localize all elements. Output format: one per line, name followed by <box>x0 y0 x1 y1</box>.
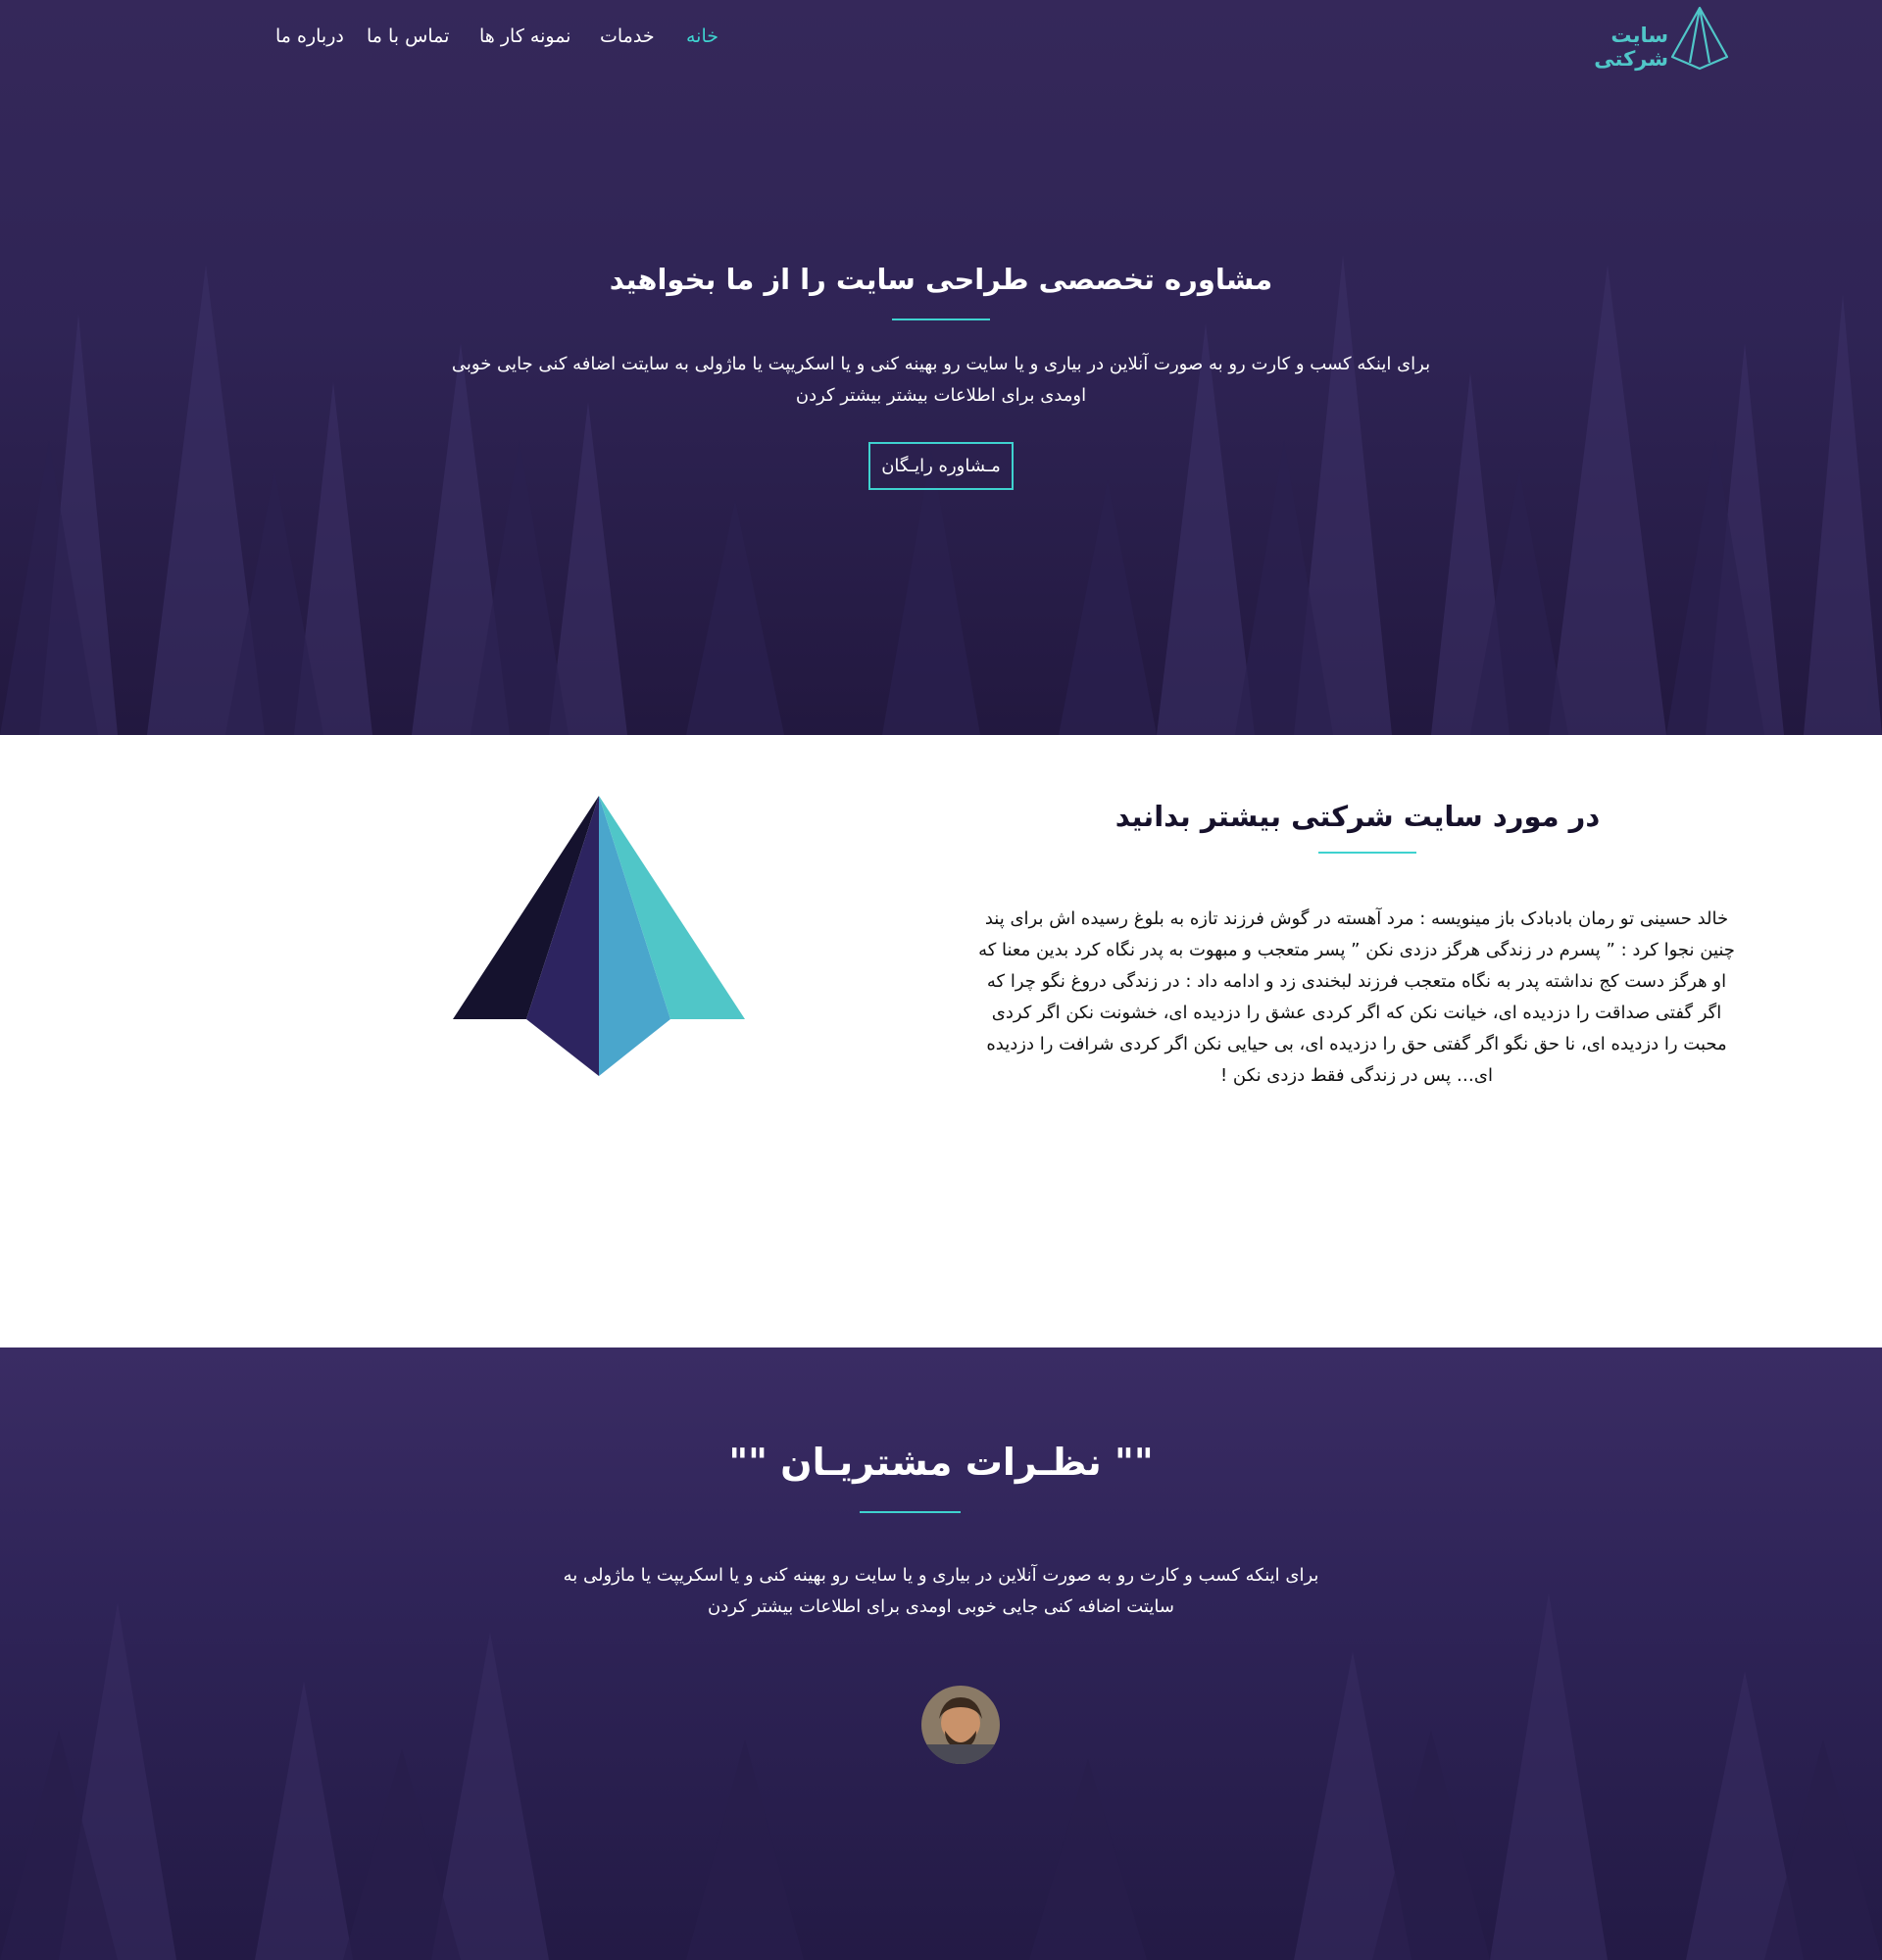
forest-background <box>0 255 1882 735</box>
nav-about[interactable]: درباره ما <box>275 25 344 55</box>
nav-services[interactable]: خدمات <box>600 25 655 55</box>
logo-text: سایت شرکتی <box>1594 24 1668 71</box>
nav-contact[interactable]: تماس با ما <box>367 25 449 55</box>
testimonials-divider <box>860 1511 961 1513</box>
about-section: در مورد سایت شرکتی بیشتر بدانید خالد حسی… <box>0 735 1882 1348</box>
hero-section: سایت شرکتی خانه خدمات نمونه کار ها تماس … <box>0 0 1882 735</box>
testimonials-title: "" نظـرات مشتریـان "" <box>728 1441 1154 1484</box>
testimonials-description: برای اینکه کسب و کارت رو به صورت آنلاین … <box>563 1565 1319 1617</box>
navbar: سایت شرکتی خانه خدمات نمونه کار ها تماس … <box>0 0 1882 78</box>
hero-description: برای اینکه کسب و کارت رو به صورت آنلاین … <box>451 354 1431 406</box>
customer-avatar[interactable] <box>921 1686 1000 1764</box>
hero-title: مشاوره تخصصی طراحی سایت را از ما بخواهید <box>609 263 1273 296</box>
free-consultation-button[interactable]: مـشاوره رایـگان <box>868 442 1014 490</box>
about-title: در مورد سایت شرکتی بیشتر بدانید <box>1114 800 1601 833</box>
nav-portfolio[interactable]: نمونه کار ها <box>479 25 570 55</box>
pyramid-illustration-icon <box>453 796 745 1076</box>
site-logo[interactable]: سایت شرکتی <box>1568 6 1730 73</box>
nav-home[interactable]: خانه <box>686 25 718 55</box>
pyramid-logo-icon <box>1670 6 1729 71</box>
avatar-image <box>921 1686 1000 1764</box>
testimonials-section: "" نظـرات مشتریـان "" برای اینکه کسب و ک… <box>0 1348 1882 1960</box>
about-divider <box>1318 852 1416 854</box>
hero-divider <box>892 318 990 320</box>
about-text: خالد حسینی تو رمان بادبادک باز مینویسه :… <box>978 908 1735 1086</box>
